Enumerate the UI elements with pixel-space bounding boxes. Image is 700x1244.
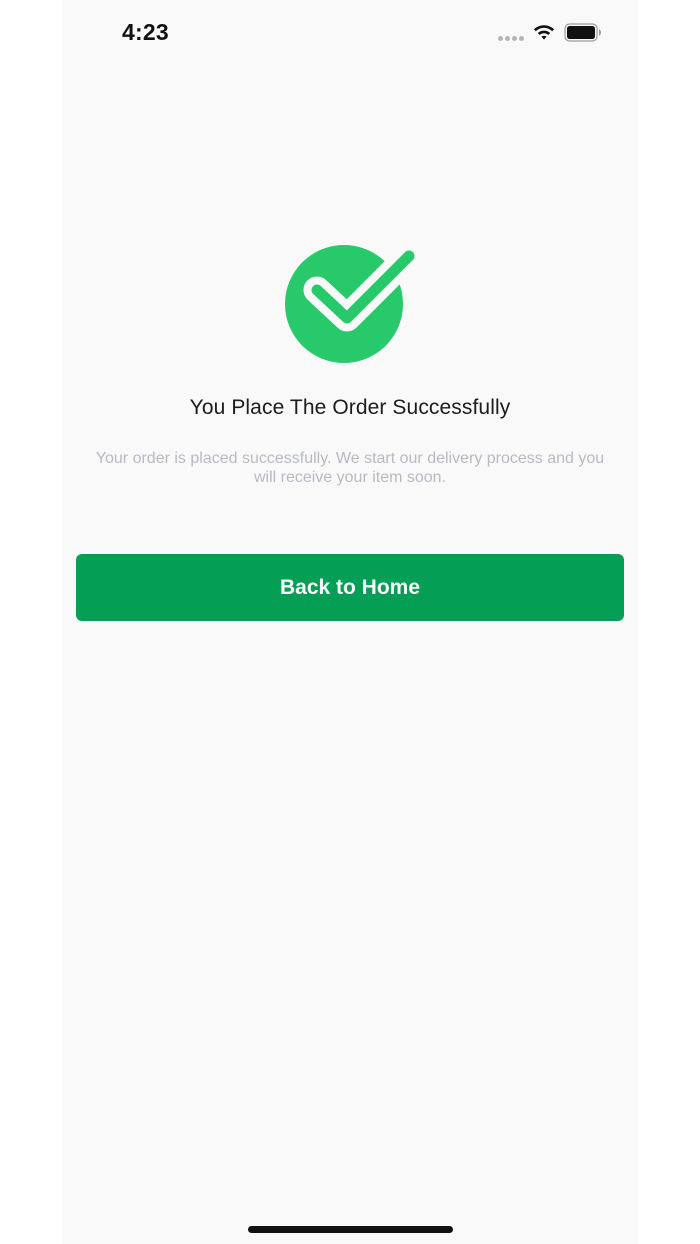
signal-dots-icon bbox=[498, 36, 526, 42]
back-to-home-button[interactable]: Back to Home bbox=[76, 554, 624, 621]
success-title: You Place The Order Successfully bbox=[189, 396, 511, 419]
check-circle-icon bbox=[285, 242, 419, 363]
wifi-icon bbox=[533, 25, 555, 40]
order-success-screen: 4:23 You Place The Order Successfully Yo… bbox=[62, 0, 638, 1244]
home-indicator[interactable] bbox=[248, 1226, 453, 1233]
success-description: Your order is placed successfully. We st… bbox=[95, 450, 605, 486]
status-bar: 4:23 bbox=[62, 0, 638, 66]
battery-icon bbox=[564, 23, 601, 42]
status-time: 4:23 bbox=[122, 19, 169, 45]
